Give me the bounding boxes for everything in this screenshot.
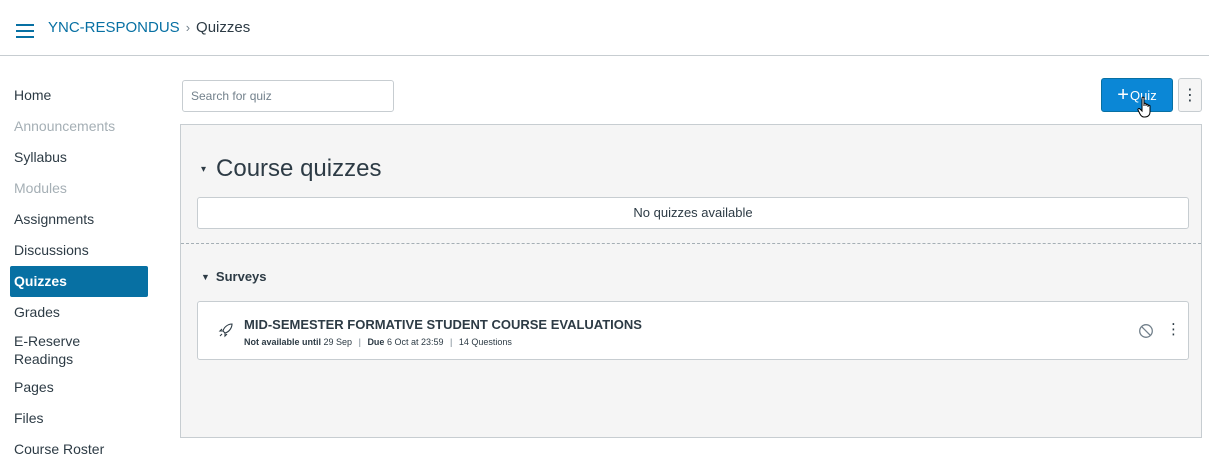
- sidebar-item-syllabus[interactable]: Syllabus: [0, 142, 160, 173]
- meta-separator: |: [450, 337, 453, 347]
- caret-down-icon: ▾: [201, 163, 207, 175]
- quiz-title-link[interactable]: MID-SEMESTER FORMATIVE STUDENT COURSE EV…: [244, 317, 642, 332]
- course-navigation: Home Announcements Syllabus Modules Assi…: [0, 80, 160, 465]
- search-quiz-input[interactable]: [182, 80, 394, 112]
- breadcrumb: YNC-RESPONDUS › Quizzes: [48, 19, 250, 36]
- sidebar-item-announcements[interactable]: Announcements: [0, 111, 160, 142]
- sidebar-item-discussions[interactable]: Discussions: [0, 235, 160, 266]
- sidebar-item-home[interactable]: Home: [0, 80, 160, 111]
- sidebar-item-course-roster[interactable]: Course Roster: [0, 434, 160, 465]
- section-divider: [181, 243, 1201, 244]
- quiz-options-kebab-icon[interactable]: ⋮: [1166, 320, 1181, 338]
- surveys-heading: Surveys: [215, 269, 267, 284]
- sidebar-item-files[interactable]: Files: [0, 403, 160, 434]
- sidebar-item-grades[interactable]: Grades: [0, 297, 160, 328]
- list-item: MID-SEMESTER FORMATIVE STUDENT COURSE EV…: [197, 301, 1189, 360]
- top-header: YNC-RESPONDUS › Quizzes: [0, 8, 1209, 56]
- quizzes-panel: ▾ Course quizzes No quizzes available ▼ …: [180, 124, 1202, 438]
- quiz-meta: Not available until 29 Sep | Due 6 Oct a…: [244, 337, 512, 347]
- sidebar-item-pages[interactable]: Pages: [0, 372, 160, 403]
- sidebar-item-e-reserve-readings[interactable]: E-Reserve Readings: [0, 328, 110, 372]
- due-label: Due: [367, 337, 385, 347]
- rocket-icon: [218, 323, 233, 338]
- meta-separator: |: [358, 337, 361, 347]
- caret-down-icon: ▼: [201, 271, 210, 282]
- surveys-toggle[interactable]: ▼ Surveys: [201, 269, 267, 284]
- more-options-button[interactable]: ⋮: [1178, 78, 1202, 112]
- due-date: 6 Oct at 23:59: [386, 337, 444, 347]
- question-count: 14 Questions: [458, 337, 512, 347]
- breadcrumb-separator: ›: [185, 20, 191, 35]
- plus-icon: +: [1117, 84, 1129, 106]
- sidebar-item-quizzes[interactable]: Quizzes: [10, 266, 148, 297]
- sidebar-item-modules[interactable]: Modules: [0, 173, 160, 204]
- no-quizzes-message: No quizzes available: [197, 197, 1189, 229]
- hand-cursor-icon: [1137, 96, 1151, 118]
- course-quizzes-heading: Course quizzes: [216, 155, 382, 182]
- unpublished-ban-icon[interactable]: [1138, 323, 1154, 339]
- availability-date: 29 Sep: [323, 337, 353, 347]
- breadcrumb-course-link[interactable]: YNC-RESPONDUS: [48, 19, 180, 36]
- hamburger-menu-icon[interactable]: [16, 24, 34, 38]
- sidebar-item-assignments[interactable]: Assignments: [0, 204, 160, 235]
- availability-label: Not available until: [244, 337, 322, 347]
- breadcrumb-current-page: Quizzes: [196, 19, 251, 36]
- course-quizzes-toggle[interactable]: ▾ Course quizzes: [201, 155, 381, 183]
